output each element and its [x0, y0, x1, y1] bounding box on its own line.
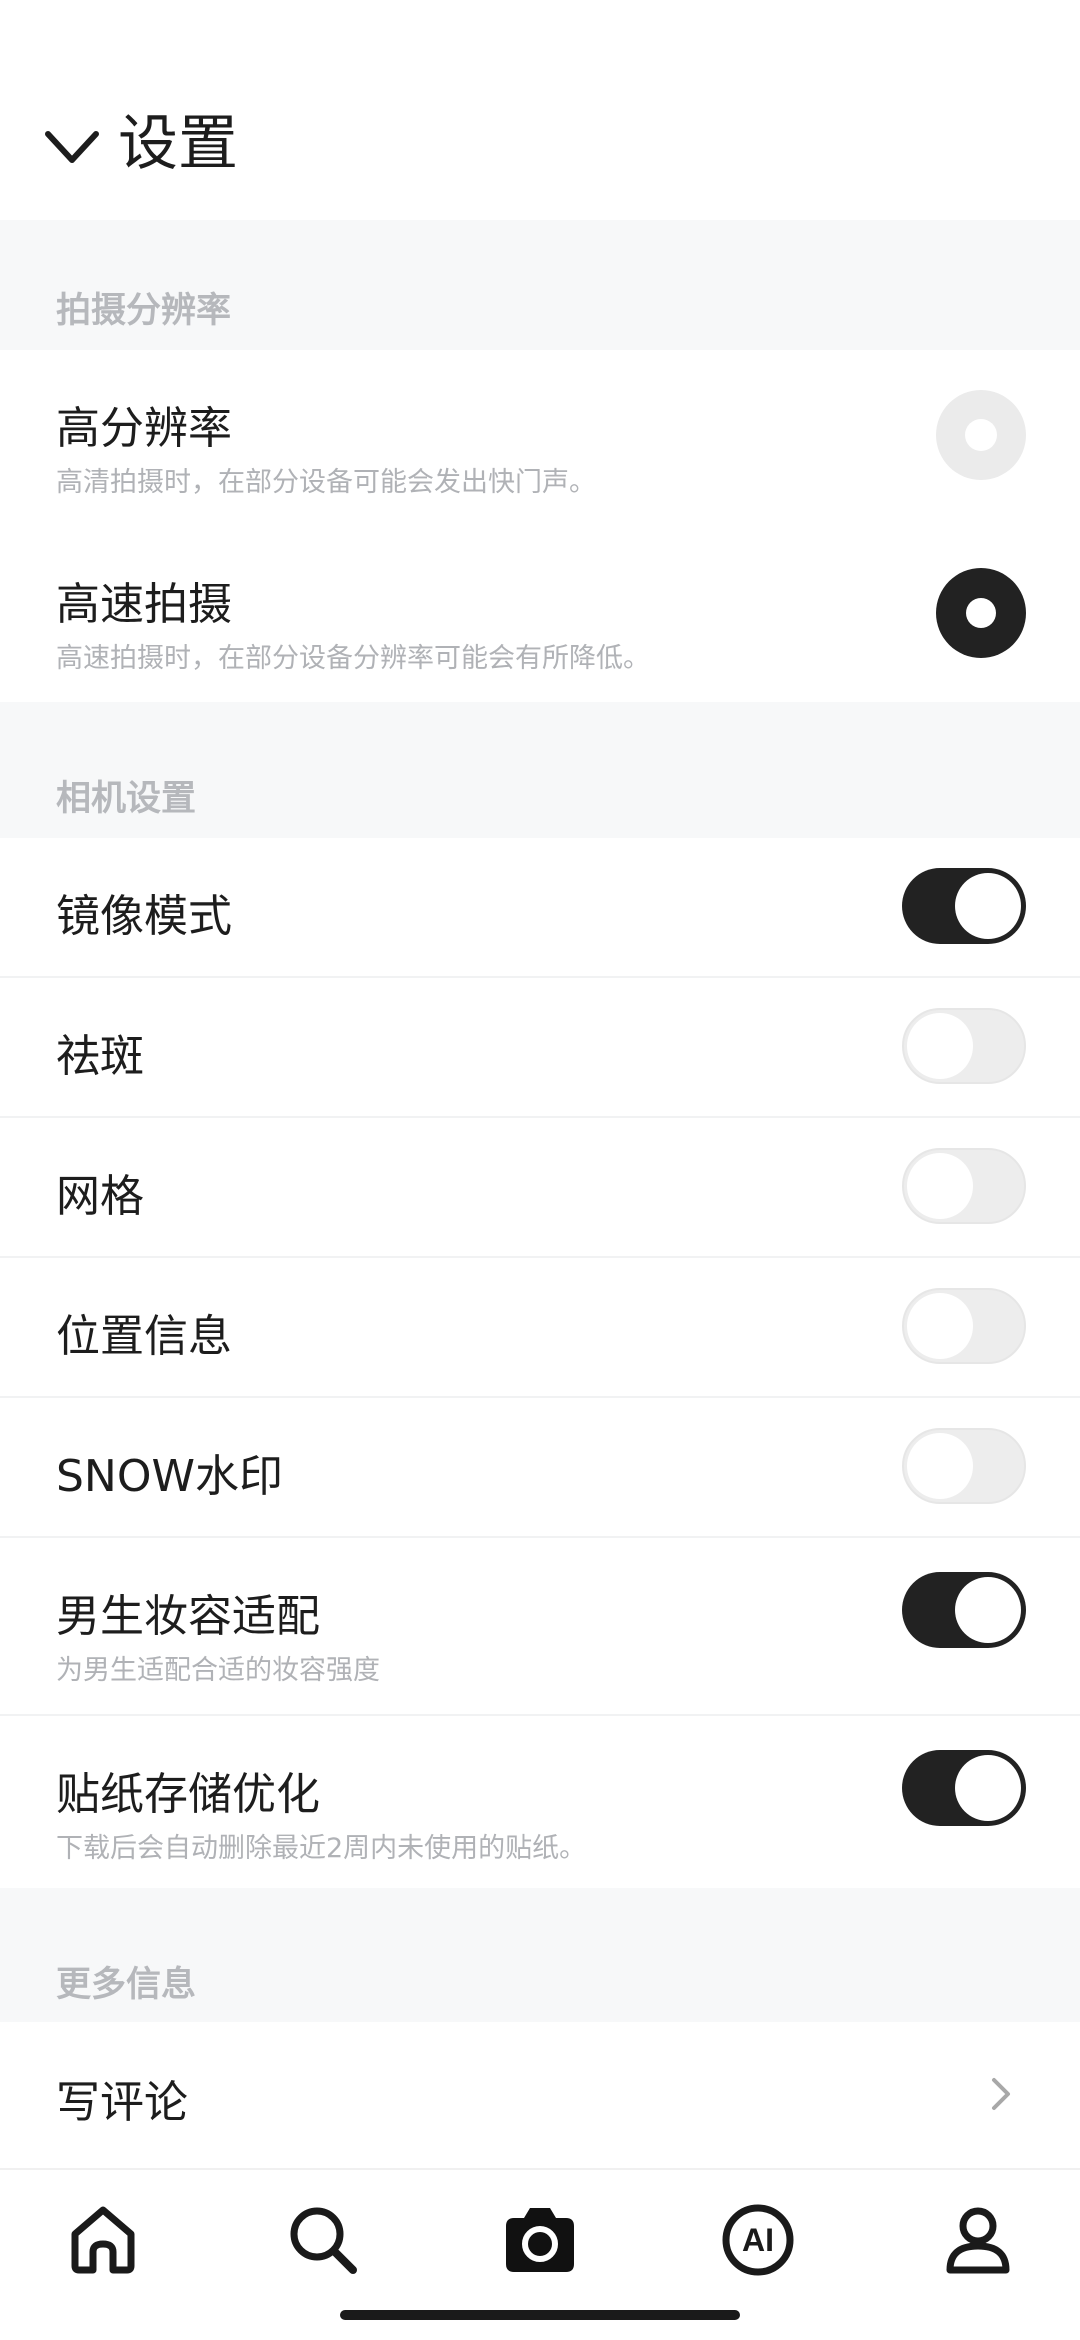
setting-title: 祛斑	[56, 1031, 144, 1082]
toggle-knob	[955, 1755, 1021, 1821]
section-label: 拍摄分辨率	[56, 291, 232, 331]
toggle-mirror-mode[interactable]	[902, 868, 1026, 944]
radio-high-speed[interactable]	[936, 568, 1026, 658]
section-header-camera: 相机设置	[0, 702, 1080, 838]
setting-location-info[interactable]: 位置信息	[0, 1258, 1080, 1398]
option-description: 高清拍摄时，在部分设备可能会发出快门声。	[56, 467, 596, 498]
header-bar: 设置	[0, 0, 1080, 220]
option-description: 高速拍摄时，在部分设备分辨率可能会有所降低。	[56, 643, 650, 674]
setting-title: 镜像模式	[56, 891, 232, 942]
option-high-resolution[interactable]: 高分辨率 高清拍摄时，在部分设备可能会发出快门声。	[0, 350, 1080, 526]
section-label: 更多信息	[56, 1965, 197, 2005]
toggle-grid[interactable]	[902, 1148, 1026, 1224]
toggle-sticker-storage[interactable]	[902, 1750, 1026, 1826]
setting-male-makeup[interactable]: 男生妆容适配 为男生适配合适的妆容强度	[0, 1538, 1080, 1716]
setting-title: 贴纸存储优化	[56, 1769, 320, 1820]
toggle-knob	[907, 1013, 973, 1079]
toggle-male-makeup[interactable]	[902, 1572, 1026, 1648]
option-title: 高分辨率	[56, 403, 232, 454]
section-label: 相机设置	[56, 779, 197, 819]
chevron-down-icon[interactable]	[42, 118, 102, 178]
camera-icon[interactable]	[500, 2200, 580, 2280]
setting-description: 下载后会自动删除最近2周内未使用的贴纸。	[56, 1833, 587, 1864]
toggle-knob	[955, 1577, 1021, 1643]
search-icon[interactable]	[283, 2200, 363, 2280]
option-title: 高速拍摄	[56, 579, 232, 630]
setting-sticker-storage[interactable]: 贴纸存储优化 下载后会自动删除最近2周内未使用的贴纸。	[0, 1716, 1080, 1888]
section-header-more: 更多信息	[0, 1888, 1080, 2022]
setting-blemish-removal[interactable]: 祛斑	[0, 978, 1080, 1118]
section-header-resolution: 拍摄分辨率	[0, 220, 1080, 350]
toggle-knob	[907, 1153, 973, 1219]
setting-description: 为男生适配合适的妆容强度	[56, 1655, 380, 1686]
chevron-right-icon	[992, 2078, 1010, 2110]
toggle-knob	[955, 873, 1021, 939]
home-icon[interactable]	[63, 2200, 143, 2280]
toggle-snow-watermark[interactable]	[902, 1428, 1026, 1504]
option-high-speed[interactable]: 高速拍摄 高速拍摄时，在部分设备分辨率可能会有所降低。	[0, 526, 1080, 702]
page-title: 设置	[118, 109, 238, 179]
toggle-knob	[907, 1433, 973, 1499]
setting-grid[interactable]: 网格	[0, 1118, 1080, 1258]
toggle-location-info[interactable]	[902, 1288, 1026, 1364]
profile-icon[interactable]	[938, 2200, 1018, 2280]
toggle-knob	[907, 1293, 973, 1359]
setting-snow-watermark[interactable]: SNOW水印	[0, 1398, 1080, 1538]
menu-item-write-review[interactable]: 写评论	[0, 2022, 1080, 2168]
home-indicator	[340, 2310, 740, 2320]
toggle-blemish-removal[interactable]	[902, 1008, 1026, 1084]
setting-title: SNOW水印	[56, 1451, 283, 1502]
setting-mirror-mode[interactable]: 镜像模式	[0, 838, 1080, 978]
setting-title: 位置信息	[56, 1311, 232, 1362]
setting-title: 网格	[56, 1171, 144, 1222]
radio-high-resolution[interactable]	[936, 390, 1026, 480]
ai-icon-label: AI	[742, 2222, 774, 2258]
menu-item-title: 写评论	[56, 2077, 188, 2128]
setting-title: 男生妆容适配	[56, 1591, 320, 1642]
ai-icon[interactable]: AI	[718, 2200, 798, 2280]
